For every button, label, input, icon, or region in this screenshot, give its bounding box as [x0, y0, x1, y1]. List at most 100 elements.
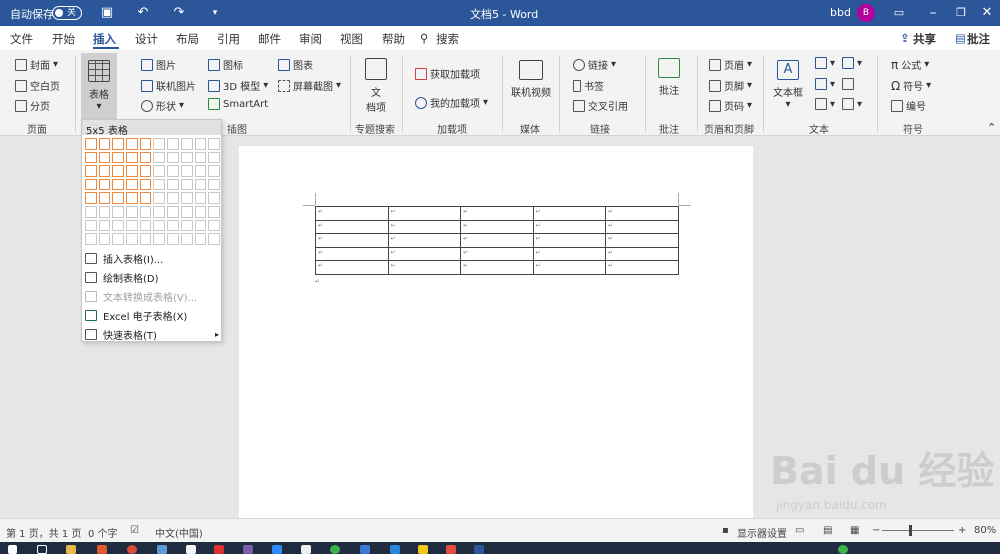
tab-insert[interactable]: 插入 — [93, 31, 116, 47]
table-cell[interactable]: ↵ — [315, 206, 389, 221]
3d-models-button[interactable]: 3D 模型 ▾ — [208, 78, 268, 93]
table-cell[interactable]: ↵ — [315, 260, 389, 275]
app-icon[interactable] — [272, 545, 282, 554]
grid-cell[interactable] — [112, 178, 125, 191]
tab-references[interactable]: 引用 — [217, 31, 240, 47]
grid-cell[interactable] — [85, 165, 97, 177]
grid-cell[interactable] — [98, 219, 111, 232]
app-icon[interactable] — [157, 545, 167, 554]
app-icon[interactable] — [360, 545, 370, 554]
tab-layout[interactable]: 布局 — [176, 31, 199, 47]
grid-cell[interactable] — [98, 205, 111, 218]
page-count[interactable]: 第 1 页，共 1 页 — [6, 525, 81, 540]
table-grid-picker[interactable] — [84, 137, 221, 246]
page-number-button[interactable]: 页码 ▾ — [709, 98, 752, 113]
app-icon[interactable] — [97, 545, 107, 554]
grid-cell[interactable] — [139, 205, 152, 218]
shapes-button[interactable]: 形状 ▾ — [141, 98, 184, 113]
insert-table-item[interactable]: 插入表格(I)... — [85, 251, 163, 266]
grid-cell[interactable] — [112, 151, 125, 164]
grid-cell[interactable] — [85, 178, 97, 191]
zoom-level[interactable]: 80% — [974, 525, 996, 536]
table-cell[interactable]: ↵ — [315, 219, 389, 234]
grid-cell[interactable] — [98, 151, 111, 164]
quick-parts-button[interactable]: ▾ — [815, 57, 835, 69]
tab-home[interactable]: 开始 — [52, 31, 75, 47]
restore-icon[interactable]: ❐ — [950, 3, 972, 23]
share-icon[interactable]: ⇪ — [900, 31, 910, 45]
wechat-icon[interactable] — [330, 545, 340, 554]
table-cell[interactable]: ↵ — [387, 219, 461, 234]
grid-cell[interactable] — [85, 233, 97, 245]
table-cell[interactable]: ↵ — [387, 246, 461, 261]
grid-cell[interactable] — [208, 138, 220, 150]
grid-cell[interactable] — [167, 205, 179, 218]
grid-cell[interactable] — [167, 233, 179, 245]
grid-cell[interactable] — [153, 192, 166, 204]
document-item-button[interactable]: 文 档项 — [358, 58, 394, 114]
wordart-button[interactable]: ▾ — [815, 78, 835, 90]
signature-line-button[interactable]: ▾ — [842, 57, 862, 69]
grid-cell[interactable] — [126, 151, 138, 164]
grid-cell[interactable] — [194, 151, 207, 164]
header-button[interactable]: 页眉 ▾ — [709, 57, 752, 72]
autosave-toggle[interactable]: 关 — [52, 6, 82, 20]
customize-icon[interactable]: ▾ — [204, 3, 226, 23]
grid-cell[interactable] — [167, 219, 179, 232]
excel-spreadsheet-item[interactable]: Excel 电子表格(X) — [85, 308, 187, 323]
web-layout-icon[interactable]: ▦ — [850, 525, 859, 536]
grid-cell[interactable] — [112, 138, 125, 150]
table-cell[interactable]: ↵ — [315, 233, 389, 248]
grid-cell[interactable] — [153, 178, 166, 191]
page-break-button[interactable]: 分页 — [15, 98, 50, 113]
grid-cell[interactable] — [139, 178, 152, 191]
zoom-slider[interactable] — [882, 530, 954, 531]
table-cell[interactable]: ↵ — [387, 233, 461, 248]
grid-cell[interactable] — [98, 138, 111, 150]
symbol-button[interactable]: Ω 符号 ▾ — [891, 78, 931, 94]
table-cell[interactable]: ↵ — [460, 246, 534, 261]
grid-cell[interactable] — [153, 219, 166, 232]
grid-cell[interactable] — [208, 205, 220, 218]
grid-cell[interactable] — [85, 151, 97, 164]
grid-cell[interactable] — [139, 219, 152, 232]
grid-cell[interactable] — [194, 165, 207, 177]
grid-cell[interactable] — [194, 233, 207, 245]
draw-table-item[interactable]: 绘制表格(D) — [85, 270, 159, 285]
comment-button[interactable]: 批注 — [652, 58, 686, 97]
zoom-out-button[interactable]: − — [872, 525, 880, 536]
app-icon[interactable] — [214, 545, 224, 554]
avatar[interactable]: B — [857, 4, 875, 22]
grid-cell[interactable] — [208, 192, 220, 204]
drop-cap-button[interactable]: ▾ — [815, 98, 835, 110]
grid-cell[interactable] — [112, 192, 125, 204]
cover-page-button[interactable]: 封面 ▾ — [15, 57, 58, 72]
pictures-button[interactable]: 图片 — [141, 57, 176, 72]
grid-cell[interactable] — [98, 233, 111, 245]
grid-cell[interactable] — [167, 165, 179, 177]
grid-cell[interactable] — [180, 138, 193, 150]
table-cell[interactable]: ↵ — [532, 233, 606, 248]
grid-cell[interactable] — [85, 219, 97, 232]
grid-cell[interactable] — [180, 178, 193, 191]
comments-icon[interactable]: ▤ — [955, 31, 966, 45]
my-addins-button[interactable]: 我的加载项 ▾ — [415, 95, 488, 110]
footer-button[interactable]: 页脚 ▾ — [709, 78, 752, 93]
grid-cell[interactable] — [167, 138, 179, 150]
grid-cell[interactable] — [112, 205, 125, 218]
table-cell[interactable]: ↵ — [460, 233, 534, 248]
grid-cell[interactable] — [126, 165, 138, 177]
app-icon[interactable] — [446, 545, 456, 554]
grid-cell[interactable] — [194, 219, 207, 232]
grid-cell[interactable] — [85, 192, 97, 204]
grid-cell[interactable] — [194, 205, 207, 218]
save-icon[interactable]: ▣ — [96, 3, 118, 23]
grid-cell[interactable] — [112, 165, 125, 177]
table-cell[interactable]: ↵ — [605, 260, 679, 275]
app-icon[interactable] — [390, 545, 400, 554]
link-button[interactable]: 链接 ▾ — [573, 57, 616, 72]
tray-icon[interactable] — [838, 545, 848, 554]
grid-cell[interactable] — [112, 219, 125, 232]
grid-cell[interactable] — [126, 205, 138, 218]
grid-cell[interactable] — [167, 178, 179, 191]
